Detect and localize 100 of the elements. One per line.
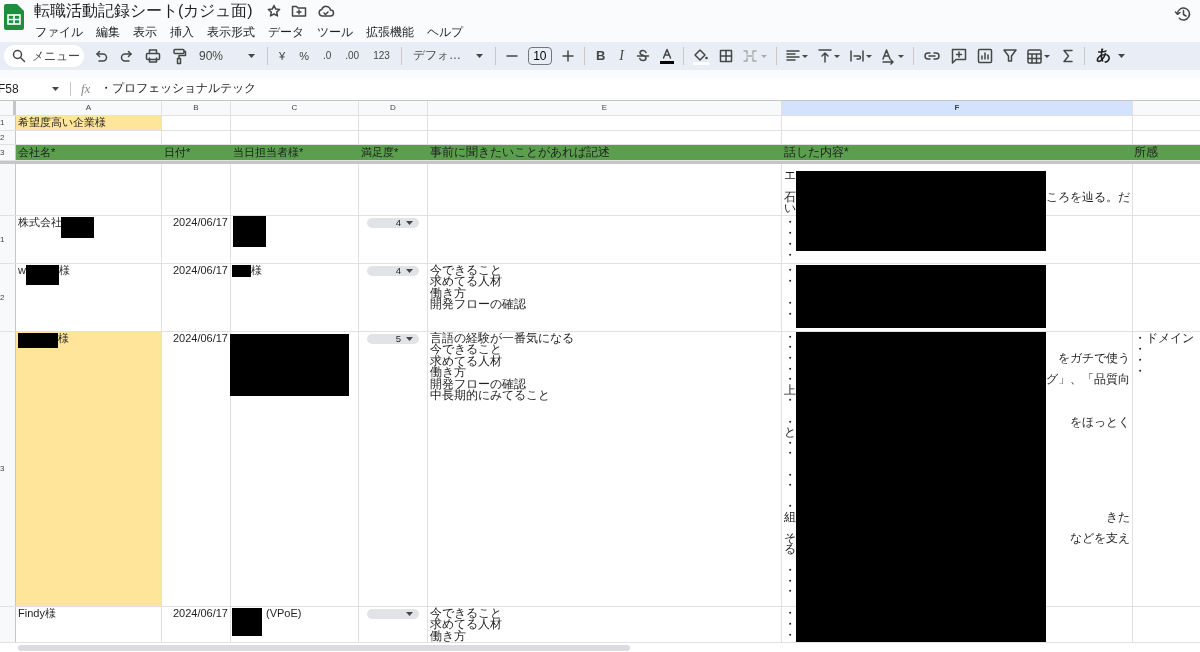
bold-button[interactable]: B <box>592 44 609 67</box>
cell-text: エ <box>784 169 796 181</box>
menu-item[interactable]: 挿入 <box>169 24 195 41</box>
filter-views-icon[interactable] <box>1025 46 1052 65</box>
text-rotation-icon[interactable] <box>880 46 905 65</box>
increase-decimal-button[interactable]: .00 <box>342 44 363 67</box>
cloud-icon[interactable] <box>316 4 335 18</box>
cell-text: ころを辿る。だ <box>1046 191 1130 203</box>
menu-item[interactable]: 表示 <box>132 24 158 41</box>
rating-dropdown[interactable]: 4 <box>367 217 419 228</box>
cell-text: ・ <box>784 469 796 481</box>
comment-icon[interactable] <box>949 46 968 65</box>
cell-text: 働き方 <box>430 630 466 642</box>
decrease-decimal-button[interactable]: .0 <box>319 44 335 67</box>
menu-item[interactable]: ツール <box>316 24 354 41</box>
cell-text: 組 <box>784 511 796 523</box>
cell-text: ・ <box>784 227 796 239</box>
column-header[interactable]: A <box>16 100 162 115</box>
vertical-align-icon[interactable] <box>816 46 841 65</box>
cell-text: 2024/06/17 <box>172 216 228 228</box>
cell-text: をガチで使う <box>1058 353 1130 364</box>
cell-text: ・ <box>784 501 796 512</box>
menu-item[interactable]: ファイル <box>34 24 84 41</box>
currency-button[interactable]: ¥ <box>276 44 289 67</box>
cell-text: 上 <box>784 384 796 396</box>
cell-text: 様 <box>58 332 69 344</box>
print-icon[interactable] <box>144 46 162 65</box>
menu-item[interactable]: 拡張機能 <box>365 24 415 41</box>
cell-text: ・ <box>784 437 796 449</box>
font-dropdown[interactable]: デフォ… <box>409 44 487 67</box>
rating-dropdown[interactable]: 5 <box>367 333 419 344</box>
cell-text: グ」、「品質向 <box>1046 374 1130 385</box>
cell-text: 2024/06/17 <box>172 332 228 344</box>
cell-text: ・ <box>784 342 796 354</box>
column-header[interactable]: C <box>231 100 359 115</box>
cell-text: ・ <box>784 448 796 459</box>
rating-dropdown[interactable] <box>367 608 419 619</box>
cell-text: 働き方 <box>430 287 466 300</box>
cell-text: 開発フローの確認 <box>430 299 526 311</box>
caret-icon <box>405 267 414 274</box>
history-icon[interactable] <box>1174 5 1192 23</box>
document-title[interactable]: 転職活動記録シート(カジュ面) <box>34 0 253 22</box>
cell-text: ・ <box>784 353 796 364</box>
rating-dropdown[interactable]: 4 <box>367 265 419 276</box>
cell-text: などを支え <box>1070 533 1130 544</box>
search-field[interactable]: メニュー <box>4 44 84 67</box>
cell-text: 事前に聞きたいことがあれば記述 <box>430 146 610 159</box>
cell-text: ・ <box>784 480 796 491</box>
percent-button[interactable]: % <box>296 44 312 67</box>
cell-text: ・ <box>784 416 796 428</box>
cell-text: 会社名* <box>18 146 56 158</box>
cell-text: ・ <box>784 297 796 309</box>
caret-icon[interactable] <box>51 85 60 92</box>
italic-button[interactable]: I <box>616 44 627 67</box>
cell-text: ・ <box>784 575 796 587</box>
input-tools-dropdown[interactable]: あ <box>1092 44 1129 67</box>
folder-icon[interactable] <box>290 4 307 18</box>
cell-text: と <box>784 427 796 438</box>
star-icon[interactable] <box>266 4 281 18</box>
zoom-dropdown[interactable]: 90% <box>196 44 260 67</box>
cell-text: ・ <box>784 564 796 576</box>
caret-icon <box>405 219 414 226</box>
scrollbar[interactable] <box>18 645 630 651</box>
menu-item[interactable]: ヘルプ <box>426 24 464 41</box>
menu-item[interactable]: 表示形式 <box>206 24 256 41</box>
cell-text: 言語の経験が一番気になる <box>430 332 574 345</box>
cell-text: ・ <box>784 238 796 250</box>
number-format-button[interactable]: 123 <box>370 44 393 67</box>
column-header[interactable]: B <box>162 100 231 115</box>
cell-text: ・ <box>784 618 796 630</box>
column-header[interactable]: D <box>359 100 428 115</box>
row-number: 3 <box>0 331 16 606</box>
text-color-icon[interactable] <box>658 46 675 65</box>
row-number: 1 <box>0 215 16 263</box>
cell-text: 当日担当者様* <box>233 146 304 158</box>
cell-text: 2024/06/17 <box>172 607 228 619</box>
cell-text: 様 <box>251 264 262 276</box>
sheets-logo-icon[interactable] <box>4 4 24 30</box>
cell-text: ・ <box>1134 354 1146 366</box>
chart-icon[interactable] <box>975 46 994 65</box>
caret-icon <box>247 52 257 59</box>
cell-text: 様 <box>58 264 70 276</box>
cell-text: ・ <box>1134 343 1146 355</box>
cell-text: 求めてる人材 <box>430 355 502 368</box>
filter-icon[interactable] <box>1001 46 1018 65</box>
fill-color-icon[interactable] <box>691 46 710 65</box>
paint-format-icon[interactable] <box>170 46 188 65</box>
formula-field[interactable]: ・プロフェッショナルテック <box>100 80 257 98</box>
cell-text: 希望度高い企業様 <box>18 116 106 128</box>
cell-text: そ <box>784 533 796 544</box>
cell-text: ・ <box>784 275 796 287</box>
menu-item[interactable]: 編集 <box>95 24 121 41</box>
font-size-field[interactable]: 10 <box>527 46 552 65</box>
function-label: fx <box>81 80 91 97</box>
cell-text: ・ <box>784 264 796 276</box>
cell-text: 求めてる人材 <box>430 619 502 631</box>
menu-item[interactable]: データ <box>267 24 305 41</box>
cell-text: ・ <box>784 216 796 228</box>
column-header[interactable]: F <box>782 100 1133 115</box>
caret-icon <box>405 335 414 342</box>
